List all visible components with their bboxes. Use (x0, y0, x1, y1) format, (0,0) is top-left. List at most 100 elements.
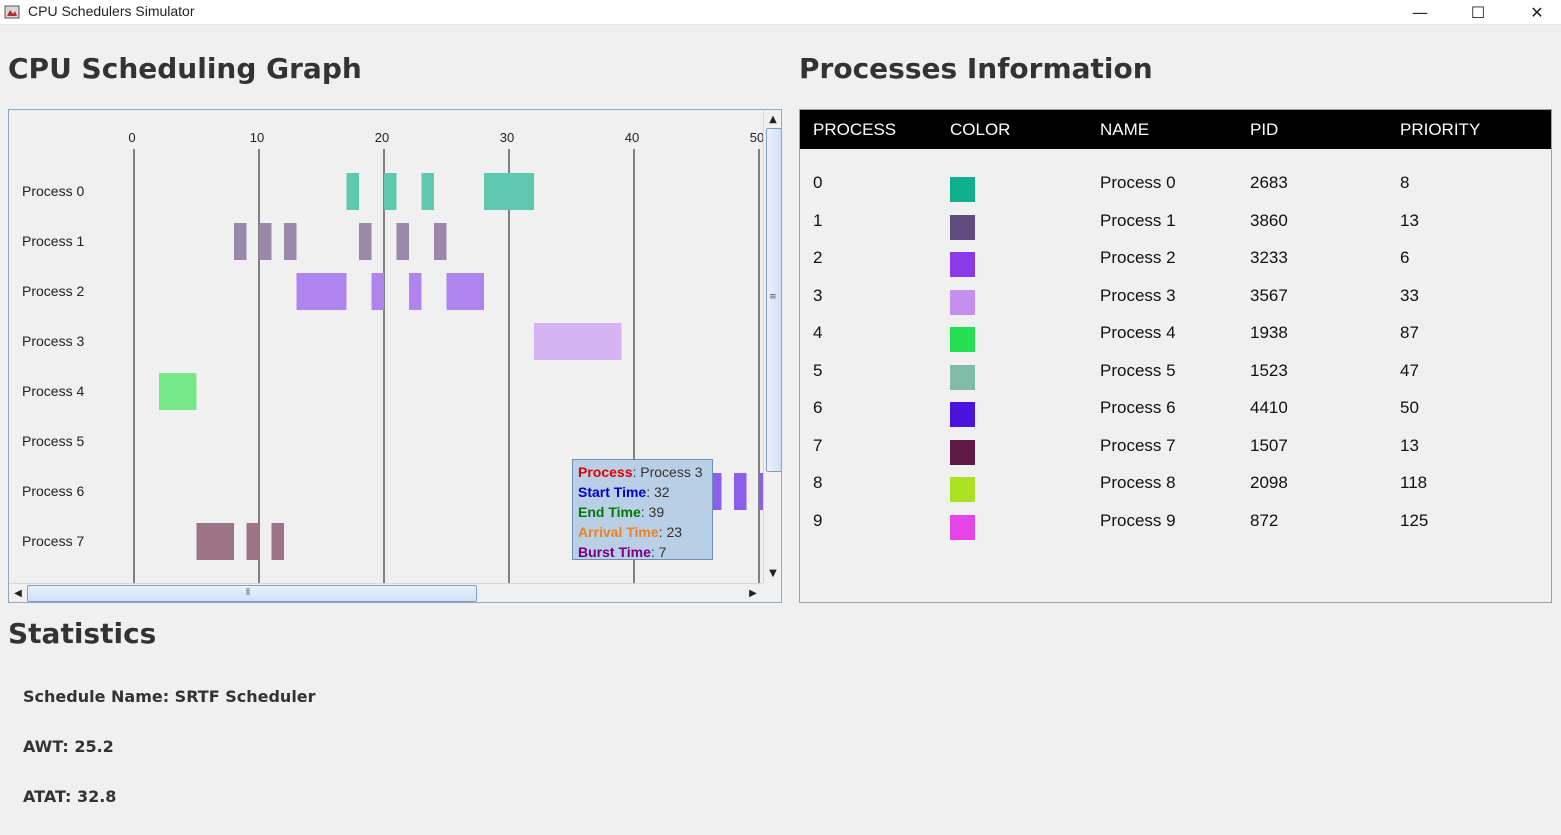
close-button[interactable]: ✕ (1508, 0, 1561, 24)
cell-process-index: 3 (813, 285, 823, 305)
execution-bar[interactable] (446, 273, 485, 310)
cell-process-name: Process 1 (1100, 210, 1176, 230)
process-row-label: Process 5 (22, 433, 84, 449)
processes-table: PROCESS COLOR NAME PID PRIORITY 0 Process… (799, 109, 1552, 603)
cell-pid: 3860 (1250, 210, 1288, 230)
execution-bar[interactable] (396, 223, 410, 260)
execution-bar[interactable] (196, 523, 235, 560)
execution-bar[interactable] (421, 173, 435, 210)
table-row[interactable]: 2 Process 2 3233 6 (800, 240, 1551, 277)
axis-tick-label: 50 (750, 130, 763, 145)
color-swatch (950, 252, 975, 277)
cell-process-index: 0 (813, 173, 823, 192)
tooltip-process-value: Process 3 (640, 464, 703, 480)
column-header-process: PROCESS (813, 120, 897, 139)
axis-tick-label: 20 (375, 130, 389, 145)
tooltip-start-key: Start Time (578, 484, 647, 500)
awt-value: AWT: 25.2 (23, 737, 114, 756)
process-row-label: Process 4 (22, 383, 84, 399)
table-row[interactable]: 5 Process 5 1523 47 (800, 353, 1551, 390)
scroll-down-arrow-icon[interactable]: ▼ (765, 565, 781, 581)
scrollbar-corner (763, 583, 781, 602)
column-header-color: COLOR (950, 120, 1011, 139)
cell-priority: 13 (1400, 210, 1419, 230)
table-row[interactable]: 8 Process 8 2098 118 (800, 465, 1551, 502)
table-row[interactable]: 7 Process 7 1507 13 (800, 428, 1551, 465)
execution-bar[interactable] (434, 223, 447, 260)
tooltip-arrival-value: 23 (666, 524, 683, 540)
vertical-scroll-thumb[interactable]: ≡ (766, 128, 781, 472)
execution-bar[interactable] (346, 173, 360, 210)
window-titlebar: CPU Schedulers Simulator — ☐ ✕ (0, 0, 1561, 25)
cell-process-name: Process 5 (1100, 360, 1176, 380)
table-header: PROCESS COLOR NAME PID PRIORITY (800, 110, 1551, 149)
cell-priority: 50 (1400, 398, 1419, 417)
tooltip-start-value: 32 (654, 484, 670, 500)
schedule-name: Schedule Name: SRTF Scheduler (23, 687, 316, 706)
color-swatch (950, 289, 975, 315)
execution-bar[interactable] (284, 223, 297, 260)
cell-priority: 6 (1400, 248, 1410, 267)
axis-tick-label: 10 (250, 130, 264, 145)
minimize-button[interactable]: — (1391, 0, 1449, 24)
execution-bar[interactable] (271, 523, 285, 560)
tooltip-burst-key: Burst Time (578, 544, 651, 560)
cell-pid: 3233 (1250, 248, 1288, 267)
cell-priority: 118 (1400, 473, 1428, 492)
execution-bar[interactable] (359, 223, 372, 260)
scheduling-graph-panel: 0 10 20 30 40 50 Process 0 Process 1 Process 2 Pr… (8, 109, 782, 603)
scroll-left-arrow-icon[interactable]: ◀ (10, 585, 26, 601)
cell-process-name: Process 3 (1100, 285, 1176, 305)
cell-process-index: 8 (813, 473, 823, 492)
cell-process-name: Process 0 (1100, 173, 1176, 192)
color-swatch (950, 402, 975, 427)
execution-bar[interactable] (159, 373, 197, 410)
table-row[interactable]: 3 Process 3 3567 33 (800, 278, 1551, 315)
table-row[interactable]: 0 Process 0 2683 8 (800, 165, 1551, 202)
horizontal-scrollbar[interactable]: ◀ ⦀ ▶ (9, 583, 763, 602)
execution-bar[interactable] (296, 273, 347, 310)
axis-tick-label: 30 (500, 130, 514, 145)
table-row[interactable]: 9 Process 9 872 125 (800, 503, 1551, 540)
scroll-right-arrow-icon[interactable]: ▶ (745, 585, 761, 601)
maximize-button[interactable]: ☐ (1449, 0, 1507, 24)
process-row-label: Process 3 (22, 333, 84, 349)
color-swatch (950, 439, 975, 465)
process-row-label: Process 1 (22, 233, 84, 249)
table-row[interactable]: 1 Process 1 3860 13 (800, 203, 1551, 240)
tooltip-end-value: 39 (648, 504, 665, 520)
execution-bar[interactable] (734, 473, 747, 510)
cell-priority: 87 (1400, 323, 1419, 342)
cell-process-name: Process 8 (1100, 473, 1176, 492)
table-row[interactable]: 4 Process 4 1938 87 (800, 315, 1551, 352)
execution-bar[interactable] (234, 223, 247, 260)
cell-process-name: Process 6 (1100, 398, 1176, 417)
java-app-icon (4, 5, 20, 19)
process-row-label: Process 0 (22, 183, 84, 199)
tooltip-burst-value: 7 (658, 544, 667, 560)
horizontal-scroll-thumb[interactable]: ⦀ (27, 585, 477, 602)
cell-process-name: Process 2 (1100, 248, 1176, 267)
graph-heading: CPU Scheduling Graph (8, 52, 362, 85)
table-row[interactable]: 6 Process 6 4410 50 (800, 390, 1551, 427)
column-header-priority: PRIORITY (1400, 120, 1481, 139)
processes-heading: Processes Information (799, 52, 1153, 85)
color-swatch (950, 177, 975, 202)
cell-pid: 1523 (1250, 360, 1288, 380)
execution-bar[interactable] (384, 173, 397, 210)
execution-bar[interactable] (534, 323, 622, 360)
scroll-up-arrow-icon[interactable]: ▲ (765, 111, 781, 127)
execution-bar[interactable] (484, 173, 534, 210)
execution-bar[interactable] (371, 273, 385, 310)
vertical-scrollbar[interactable]: ▲ ≡ ▼ (763, 110, 781, 583)
cell-process-name: Process 4 (1100, 323, 1176, 342)
execution-bar[interactable] (259, 223, 272, 260)
execution-bar[interactable] (246, 523, 260, 560)
process-row-label: Process 6 (22, 483, 84, 499)
statistics-heading: Statistics (8, 617, 157, 650)
axis-tick-label: 0 (128, 130, 135, 145)
color-swatch (950, 214, 975, 240)
axis-tick-label: 40 (625, 130, 639, 145)
execution-bar[interactable] (409, 273, 422, 310)
tooltip-process-key: Process (578, 464, 633, 480)
